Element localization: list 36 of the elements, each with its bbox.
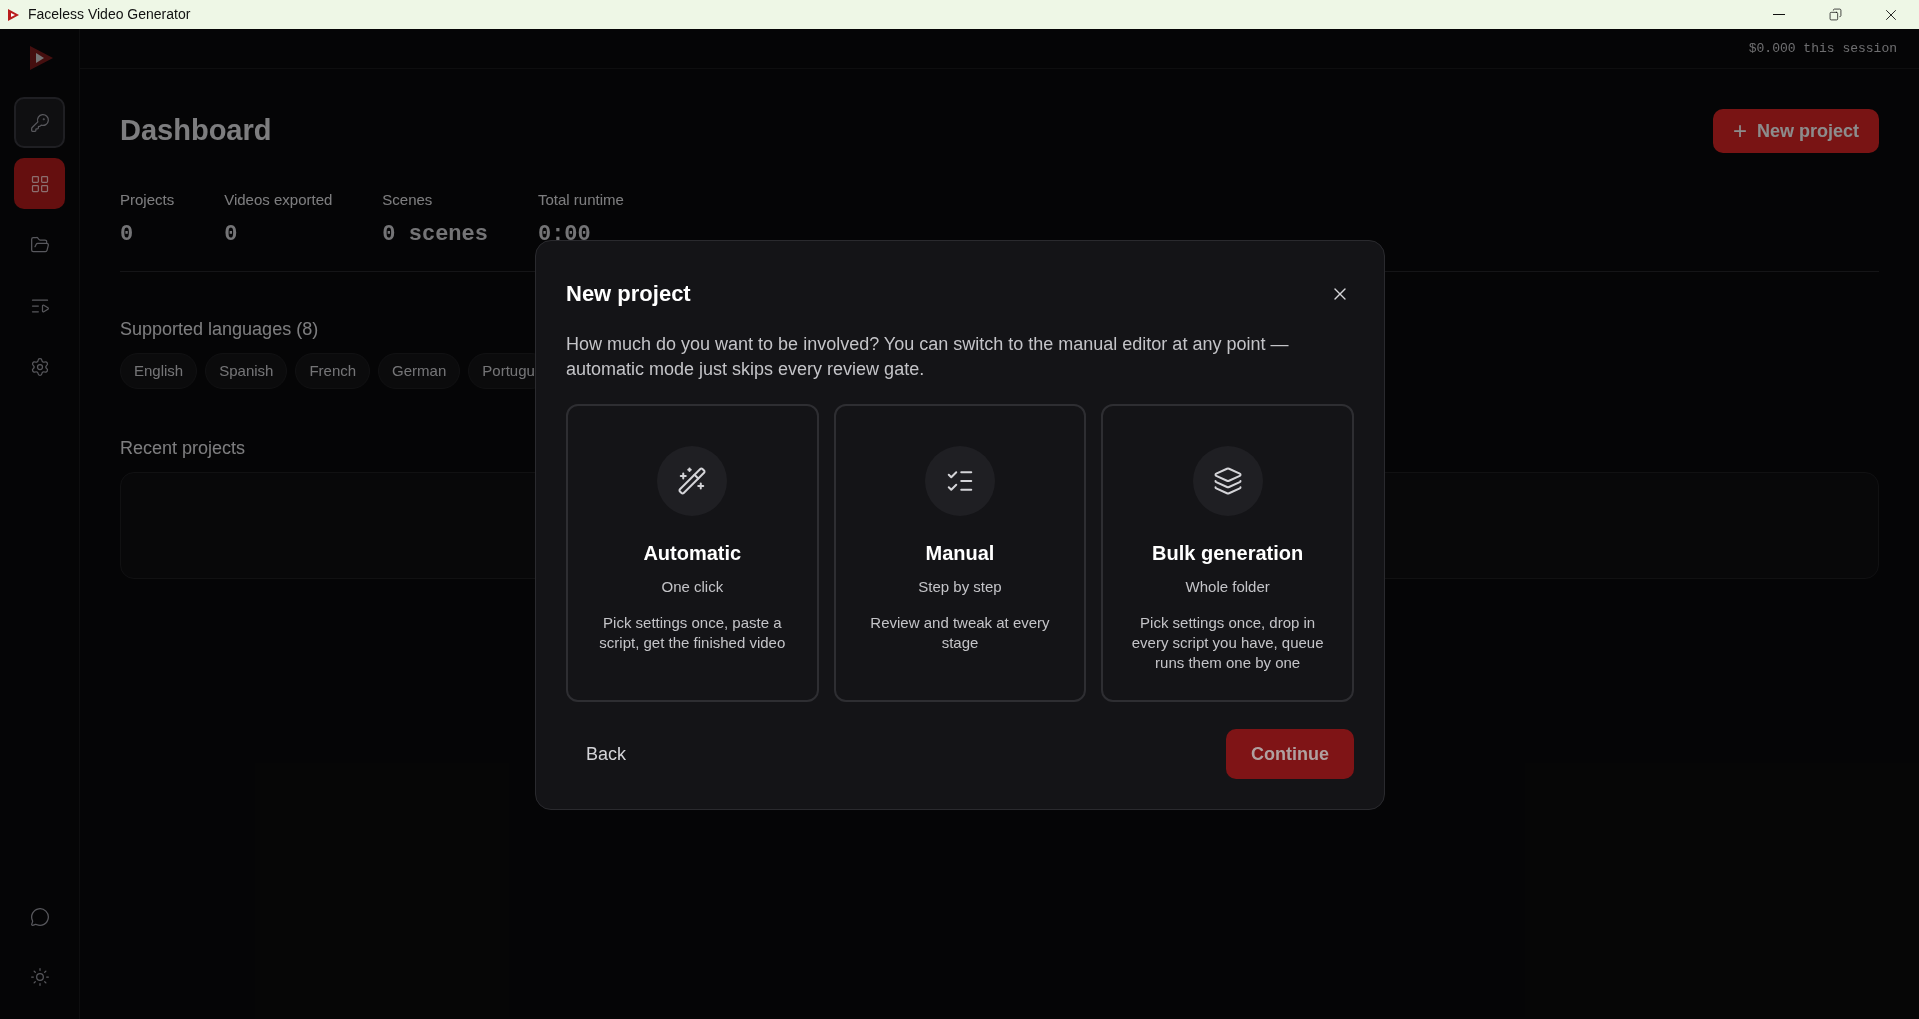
stat-value: 0:00: [537, 220, 592, 249]
stat-value: 0 scenes: [382, 220, 488, 249]
section-heading: Supported languages (8): [120, 317, 319, 341]
language-chip: German: [378, 352, 461, 389]
mode-option-card[interactable]: Manual Step by step Review and tweak at every stage: [833, 404, 1087, 702]
mode-option-card[interactable]: Bulk generation Whole folder Pick settings once, drop in every script you have, queue runs them one by one: [1101, 404, 1354, 702]
sidebar-nav-button[interactable]: [14, 158, 65, 209]
back-button[interactable]: Back: [566, 730, 647, 778]
layers-icon: [1212, 466, 1243, 496]
mode-option-card[interactable]: Automatic One click Pick settings once, paste a script, get the finished video: [566, 404, 819, 702]
sidebar-nav-button[interactable]: [14, 97, 65, 148]
magic-wand-icon: [677, 466, 708, 496]
page-title: Dashboard: [120, 113, 272, 149]
language-chip: English: [120, 352, 198, 389]
language-chip: Spanish: [205, 352, 288, 389]
app-logo-icon: [6, 7, 20, 22]
restore-icon: [1828, 8, 1842, 21]
settings-icon: [29, 356, 50, 377]
minimize-icon: [1773, 14, 1785, 15]
language-chip: French: [295, 352, 371, 389]
dialog-description: How much do you want to be involved? You can switch to the manual editor at any point — automatic mode just skips every review gate.: [566, 333, 1290, 381]
window-title: Faceless Video Generator: [28, 5, 191, 24]
chat-bubble-icon: [29, 907, 50, 927]
sun-icon: [29, 967, 50, 987]
stat-label: Videos exported: [224, 190, 333, 210]
folder-icon: [29, 234, 50, 255]
stat-label: Scenes: [382, 190, 434, 210]
session-cost: $0.000 this session: [1748, 39, 1897, 58]
section-heading: Recent projects: [120, 437, 246, 460]
key-icon: [29, 112, 50, 133]
stat-label: Total runtime: [537, 190, 624, 210]
stat-label: Projects: [120, 190, 175, 210]
stat-value: 0: [224, 220, 239, 249]
stat-value: 0: [120, 220, 135, 249]
dialog-title: New project: [566, 280, 691, 308]
grid-icon: [29, 173, 50, 194]
